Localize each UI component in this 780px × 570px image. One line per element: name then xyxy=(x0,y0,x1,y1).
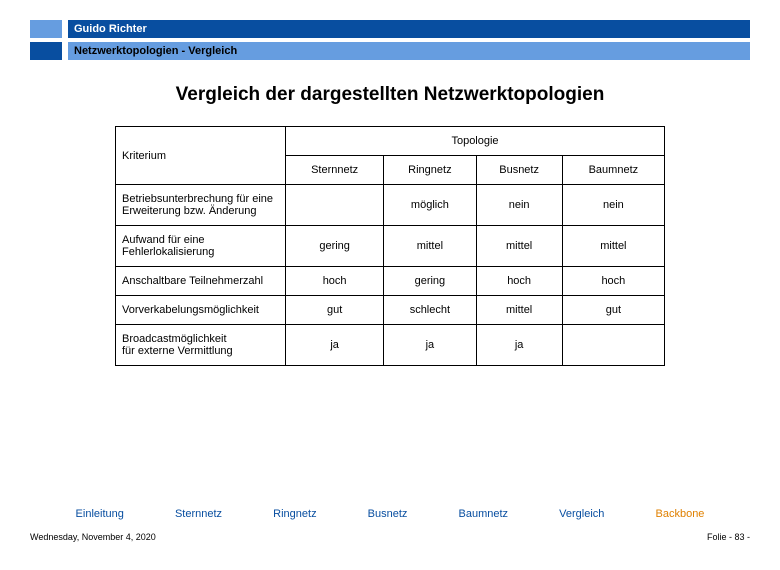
footer-page: Folie - 83 - xyxy=(707,532,750,542)
criterion-cell: Anschaltbare Teilnehmerzahl xyxy=(116,267,286,296)
criterion-cell: Betriebsunterbrechung für eine Erweiteru… xyxy=(116,185,286,226)
value-cell: mittel xyxy=(476,226,562,267)
table-row: Broadcastmöglichkeit für externe Vermitt… xyxy=(116,325,665,366)
value-cell: ja xyxy=(286,325,384,366)
comparison-table-container: Kriterium Topologie Sternnetz Ringnetz B… xyxy=(115,126,665,366)
value-cell: hoch xyxy=(476,267,562,296)
value-cell: möglich xyxy=(384,185,476,226)
criterion-cell: Broadcastmöglichkeit für externe Vermitt… xyxy=(116,325,286,366)
header-row-2: Netzwerktopologien - Vergleich xyxy=(30,42,750,60)
value-cell xyxy=(562,325,664,366)
value-cell: gut xyxy=(562,296,664,325)
criterion-cell: Vorverkabelungsmöglichkeit xyxy=(116,296,286,325)
value-cell xyxy=(286,185,384,226)
value-cell: gut xyxy=(286,296,384,325)
value-cell: hoch xyxy=(562,267,664,296)
header-subtitle: Netzwerktopologien - Vergleich xyxy=(68,42,750,60)
nav-ringnetz[interactable]: Ringnetz xyxy=(273,508,316,520)
value-cell: ja xyxy=(384,325,476,366)
header-row-1: Guido Richter xyxy=(30,20,750,38)
col-sternnetz: Sternnetz xyxy=(286,156,384,185)
value-cell: mittel xyxy=(476,296,562,325)
footer-date: Wednesday, November 4, 2020 xyxy=(30,532,156,542)
nav-baumnetz[interactable]: Baumnetz xyxy=(459,508,509,520)
table-row: Aufwand für eine Fehlerlokalisierung ger… xyxy=(116,226,665,267)
table-row: Betriebsunterbrechung für eine Erweiteru… xyxy=(116,185,665,226)
bottom-nav: Einleitung Sternnetz Ringnetz Busnetz Ba… xyxy=(30,508,750,520)
value-cell: gering xyxy=(286,226,384,267)
value-cell: schlecht xyxy=(384,296,476,325)
slide: Guido Richter Netzwerktopologien - Vergl… xyxy=(30,20,750,550)
nav-sternnetz[interactable]: Sternnetz xyxy=(175,508,222,520)
nav-busnetz[interactable]: Busnetz xyxy=(368,508,408,520)
comparison-table: Kriterium Topologie Sternnetz Ringnetz B… xyxy=(115,126,665,366)
nav-einleitung[interactable]: Einleitung xyxy=(76,508,124,520)
value-cell: gering xyxy=(384,267,476,296)
table-row: Anschaltbare Teilnehmerzahl hoch gering … xyxy=(116,267,665,296)
col-baumnetz: Baumnetz xyxy=(562,156,664,185)
value-cell: mittel xyxy=(384,226,476,267)
topology-header: Topologie xyxy=(286,127,665,156)
value-cell: mittel xyxy=(562,226,664,267)
header-accent-square-2 xyxy=(30,42,62,60)
nav-vergleich[interactable]: Vergleich xyxy=(559,508,604,520)
value-cell: nein xyxy=(562,185,664,226)
value-cell: nein xyxy=(476,185,562,226)
value-cell: ja xyxy=(476,325,562,366)
value-cell: hoch xyxy=(286,267,384,296)
slide-title: Vergleich der dargestellten Netzwerktopo… xyxy=(30,84,750,106)
criterion-header: Kriterium xyxy=(116,127,286,185)
table-row: Vorverkabelungsmöglichkeit gut schlecht … xyxy=(116,296,665,325)
header-author: Guido Richter xyxy=(68,20,750,38)
col-ringnetz: Ringnetz xyxy=(384,156,476,185)
col-busnetz: Busnetz xyxy=(476,156,562,185)
header-accent-square xyxy=(30,20,62,38)
criterion-cell: Aufwand für eine Fehlerlokalisierung xyxy=(116,226,286,267)
nav-backbone[interactable]: Backbone xyxy=(656,508,705,520)
